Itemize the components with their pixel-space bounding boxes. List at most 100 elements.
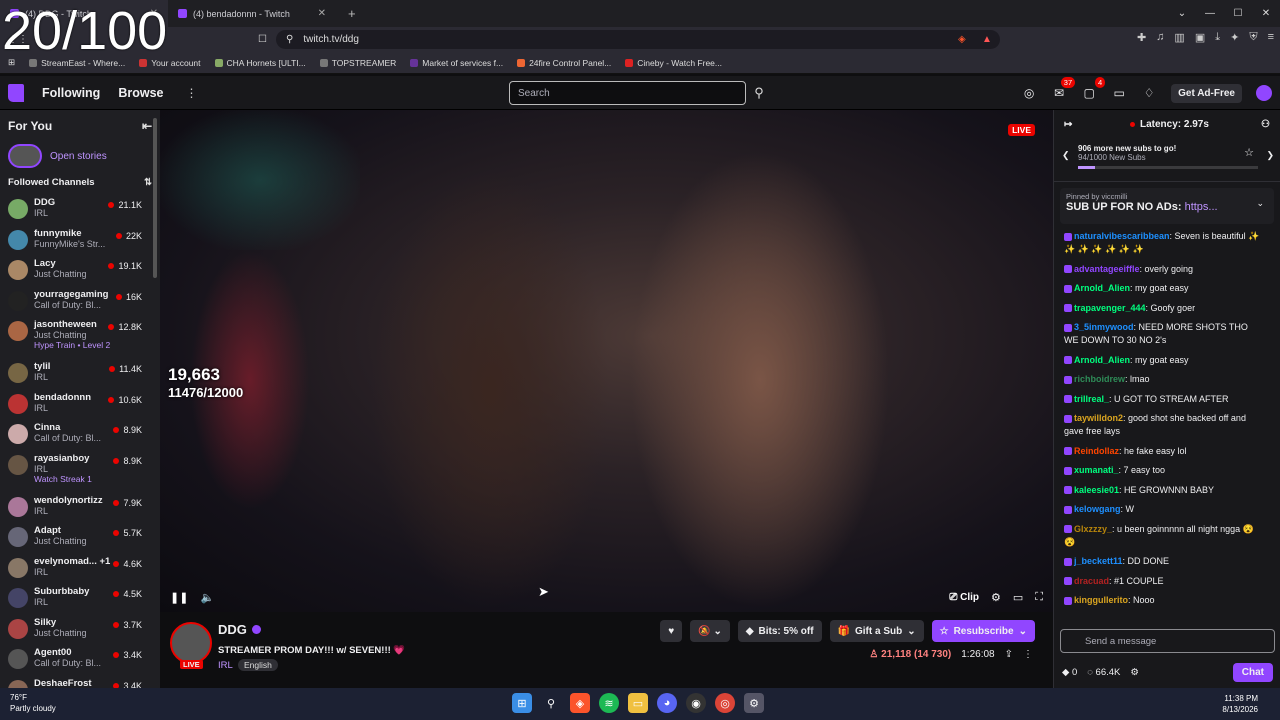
settings-icon[interactable]: ⚙ bbox=[991, 591, 1001, 604]
chat-input[interactable]: Send a message bbox=[1060, 629, 1275, 653]
chrome-icon[interactable]: ◎ bbox=[715, 693, 735, 713]
open-stories[interactable]: Open stories bbox=[0, 142, 160, 170]
chat-username[interactable]: kinggullerito bbox=[1074, 595, 1128, 605]
community-icon[interactable]: ⚇ bbox=[1261, 119, 1270, 130]
next-icon[interactable]: ❯ bbox=[1266, 150, 1274, 161]
sidebar-channel-7[interactable]: Cinna Call of Duty: Bl... 8.9K bbox=[0, 419, 160, 450]
more-icon[interactable]: ⋮ bbox=[185, 86, 197, 100]
channel-avatar[interactable] bbox=[170, 622, 212, 664]
more-options-icon[interactable]: ⋮ bbox=[1023, 649, 1033, 660]
share-icon[interactable]: ⇪ bbox=[1005, 649, 1013, 660]
sidebar-channel-10[interactable]: Adapt Just Chatting 5.7K bbox=[0, 522, 160, 553]
pause-icon[interactable]: ❚❚ bbox=[170, 591, 188, 604]
new-tab-icon[interactable]: + bbox=[336, 6, 368, 21]
theatre-mode-icon[interactable]: ▭ bbox=[1013, 591, 1023, 604]
rewards-icon[interactable]: ▲ bbox=[982, 34, 992, 45]
browse-link[interactable]: Browse bbox=[118, 86, 163, 100]
settings-icon[interactable]: ⚙ bbox=[744, 693, 764, 713]
chat-username[interactable]: dracuad bbox=[1074, 576, 1109, 586]
chat-username[interactable]: Glxzzzy_ bbox=[1074, 524, 1112, 534]
close-window-icon[interactable]: ✕ bbox=[1252, 0, 1280, 27]
notifications-bell-button[interactable]: 🔕 ⌄ bbox=[690, 620, 730, 642]
chat-username[interactable]: 3_5inmywood bbox=[1074, 322, 1134, 332]
fullscreen-icon[interactable]: ⛶ bbox=[1035, 591, 1043, 604]
star-icon[interactable]: ☆ bbox=[1244, 146, 1254, 159]
sidebar-channel-12[interactable]: Suburbbaby IRL 4.5K bbox=[0, 583, 160, 614]
chat-username[interactable]: xumanati_ bbox=[1074, 465, 1119, 475]
sidebar-icon[interactable]: ▥ bbox=[1174, 31, 1184, 44]
search-icon[interactable]: ⚲ bbox=[748, 81, 770, 105]
chat-username[interactable]: Arnold_Alien bbox=[1074, 355, 1130, 365]
close-tab-icon[interactable]: ✕ bbox=[318, 8, 326, 19]
ai-icon[interactable]: ✦ bbox=[1230, 31, 1239, 44]
download-icon[interactable]: ⤓ bbox=[1215, 31, 1220, 44]
following-link[interactable]: Following bbox=[42, 86, 100, 100]
notifications-icon[interactable]: ✉ 37 bbox=[1051, 77, 1076, 101]
gift-sub-button[interactable]: 🎁 Gift a Sub ⌄ bbox=[829, 620, 924, 642]
pinned-message[interactable]: Pinned by viccmilli SUB UP FOR NO ADs: h… bbox=[1060, 188, 1274, 224]
video-player[interactable]: LIVE 19,663 11476/12000 ➤ ❚❚ 🔈 ⎚ Clip ⚙ … bbox=[160, 110, 1053, 612]
discord-icon[interactable]: ◕ bbox=[657, 693, 677, 713]
clip-button[interactable]: ⎚ Clip bbox=[949, 592, 979, 603]
chat-username[interactable]: trapavenger_444 bbox=[1074, 303, 1146, 313]
prime-icon[interactable]: ♢ bbox=[1141, 85, 1157, 101]
get-ad-free-button[interactable]: Get Ad-Free bbox=[1171, 83, 1242, 103]
collapse-sidebar-icon[interactable]: ⇤ bbox=[142, 119, 152, 133]
sidebar-channel-0[interactable]: DDG IRL 21.1K bbox=[0, 194, 160, 225]
tab-list-icon[interactable]: ⌄ bbox=[1168, 0, 1196, 27]
bookmark-item[interactable]: Cineby - Watch Free... bbox=[625, 58, 722, 68]
tab-bendadonnn[interactable]: (4) bendadonnn - Twitch ✕ bbox=[168, 0, 336, 27]
music-icon[interactable]: ♫ bbox=[1156, 31, 1164, 44]
file-explorer-icon[interactable]: ▭ bbox=[628, 693, 648, 713]
sidebar-channel-13[interactable]: Silky Just Chatting 3.7K bbox=[0, 614, 160, 645]
volume-icon[interactable]: 🔈 bbox=[200, 591, 214, 604]
bits-balance[interactable]: ◆ 0 bbox=[1062, 667, 1077, 678]
whispers-icon[interactable]: ▭ bbox=[1111, 85, 1127, 101]
brave-icon[interactable]: ◈ bbox=[570, 693, 590, 713]
drops-icon[interactable]: ◎ bbox=[1021, 85, 1037, 101]
sidebar-channel-2[interactable]: Lacy Just Chatting 19.1K bbox=[0, 255, 160, 286]
chat-username[interactable]: trillreal_ bbox=[1074, 394, 1109, 404]
weather-widget[interactable]: 76°F Partly cloudy bbox=[10, 692, 56, 714]
user-avatar-icon[interactable] bbox=[1256, 85, 1272, 101]
search-input[interactable]: Search bbox=[509, 81, 746, 105]
extensions-icon[interactable]: ✚ bbox=[1137, 31, 1146, 44]
spotify-icon[interactable]: ≋ bbox=[599, 693, 619, 713]
stream-category[interactable]: IRL bbox=[218, 660, 233, 671]
chat-username[interactable]: Arnold_Alien bbox=[1074, 283, 1130, 293]
channel-points[interactable]: ◌ 66.4K bbox=[1087, 667, 1120, 678]
maximize-icon[interactable]: ☐ bbox=[1224, 0, 1252, 27]
sidebar-channel-3[interactable]: yourragegaming Call of Duty: Bl... 16K bbox=[0, 286, 160, 317]
inbox-icon[interactable]: ▢ 4 bbox=[1081, 77, 1106, 101]
site-info-icon[interactable]: ⚲ bbox=[286, 34, 293, 45]
brave-shield-icon[interactable]: ◈ bbox=[958, 34, 966, 45]
follow-heart-button[interactable]: ♥ bbox=[660, 620, 683, 642]
chat-username[interactable]: richboidrew bbox=[1074, 374, 1125, 384]
sidebar-channel-14[interactable]: Agent00 Call of Duty: Bl... 3.4K bbox=[0, 644, 160, 675]
chat-username[interactable]: taywilldon2 bbox=[1074, 413, 1123, 423]
pinned-link[interactable]: https... bbox=[1185, 201, 1218, 213]
chat-username[interactable]: Reindollaz bbox=[1074, 446, 1119, 456]
wallet-icon[interactable]: ▣ bbox=[1195, 31, 1205, 44]
twitch-logo-icon[interactable] bbox=[8, 83, 24, 102]
search-icon[interactable]: ⚲ bbox=[541, 693, 561, 713]
bits-button[interactable]: ◆ Bits: 5% off bbox=[737, 620, 822, 642]
chat-username[interactable]: advantageeiffle bbox=[1074, 264, 1140, 274]
bookmark-icon[interactable]: ☐ bbox=[258, 34, 267, 45]
menu-icon[interactable]: ≡ bbox=[1268, 31, 1274, 44]
bookmark-item[interactable]: CHA Hornets [ULTI... bbox=[214, 58, 306, 68]
sidebar-channel-8[interactable]: rayasianboy IRL Watch Streak 1 8.9K bbox=[0, 450, 160, 492]
chat-username[interactable]: kaleesie01 bbox=[1074, 485, 1119, 495]
chat-username[interactable]: naturalvibescaribbean bbox=[1074, 231, 1170, 241]
sidebar-channel-9[interactable]: wendolynortizz IRL 7.9K bbox=[0, 492, 160, 523]
sidebar-channel-11[interactable]: evelynomad... +1 IRL 4.6K bbox=[0, 553, 160, 584]
bookmark-item[interactable]: Market of services f... bbox=[410, 58, 503, 68]
system-clock[interactable]: 11:38 PM 8/13/2026 bbox=[1222, 693, 1258, 715]
start-icon[interactable]: ⊞ bbox=[512, 693, 532, 713]
sidebar-channel-6[interactable]: bendadonnn IRL 10.6K bbox=[0, 389, 160, 420]
channel-name[interactable]: DDG bbox=[218, 622, 261, 637]
address-bar[interactable]: ⚲ twitch.tv/ddg bbox=[276, 30, 1000, 49]
obs-icon[interactable]: ◉ bbox=[686, 693, 706, 713]
expand-pinned-icon[interactable]: ⌄ bbox=[1256, 198, 1264, 209]
bookmark-item[interactable]: TOPSTREAMER bbox=[319, 58, 396, 68]
